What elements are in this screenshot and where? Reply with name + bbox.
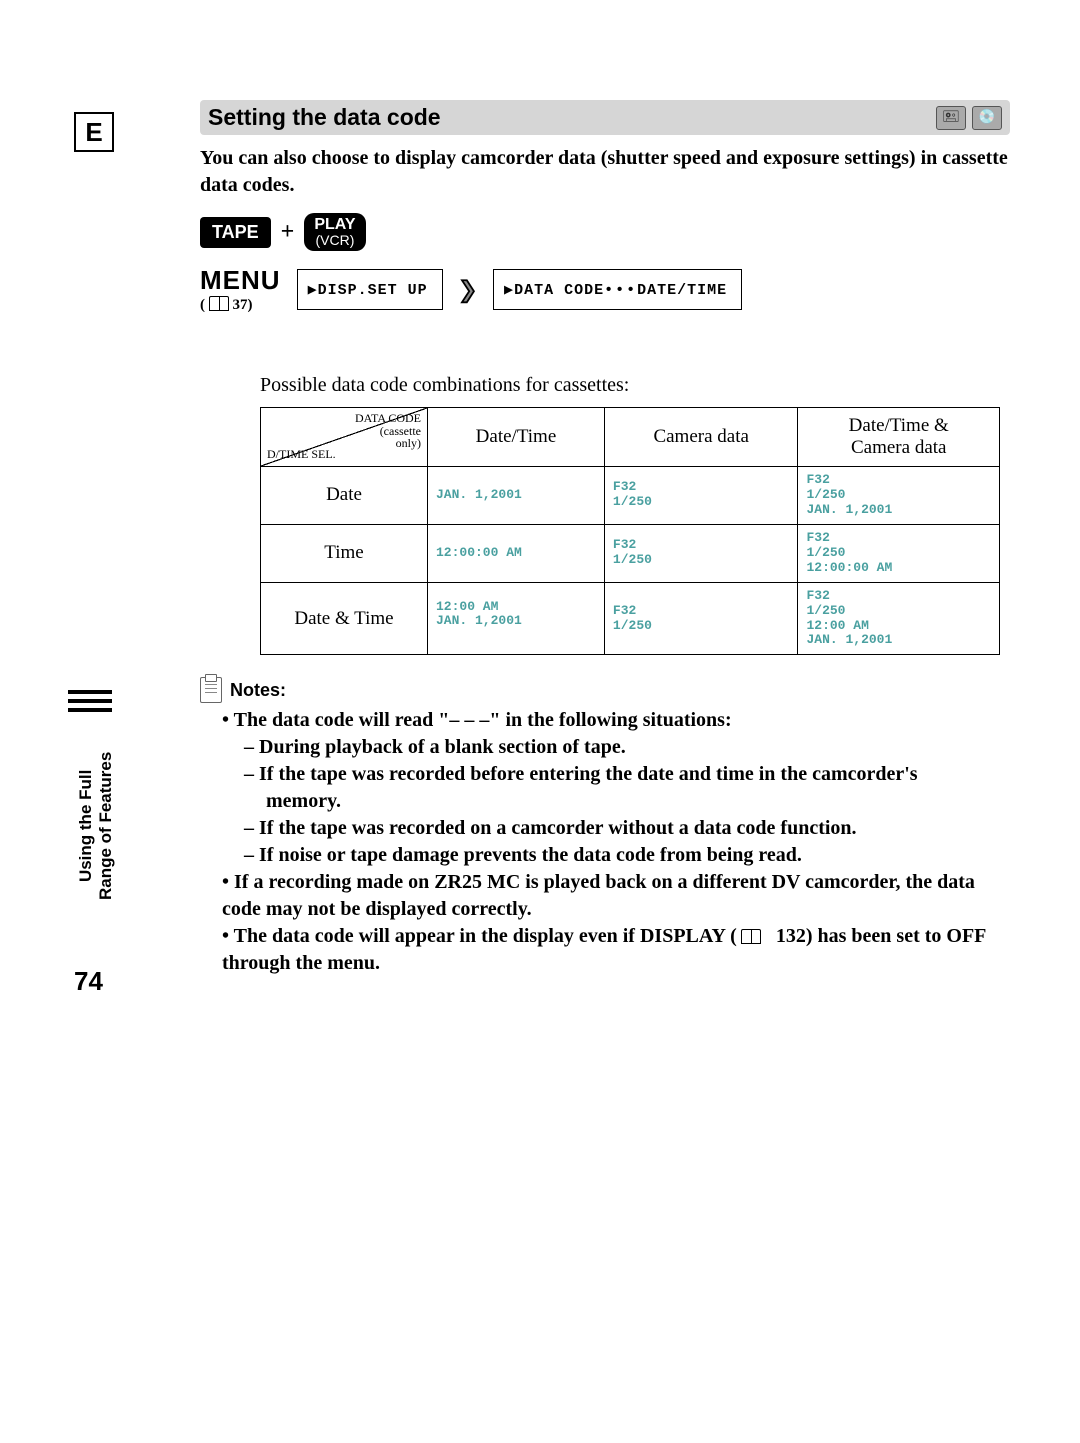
table-caption: Possible data code combinations for cass…: [260, 374, 1010, 397]
menu-path-diagram: MENU ( 37) ▶DISP.SET UP ❯ ▶DATA CODE•••D…: [200, 265, 1010, 314]
mode-diagram-row: TAPE + PLAY (VCR): [200, 213, 1010, 251]
book-icon: [209, 296, 229, 311]
arrow-icon: ❯: [459, 277, 477, 303]
col-camera-data: Camera data: [604, 408, 798, 467]
page-number: 74: [74, 966, 103, 997]
plus-sign: +: [281, 219, 295, 246]
notes-icon: [200, 677, 222, 703]
data-code-table: DATA CODE (cassette only) D/TIME SEL. Da…: [260, 407, 1000, 655]
disc-icon: 💿: [972, 106, 1002, 130]
table-row: Date & Time 12:00 AM JAN. 1,2001 F32 1/2…: [261, 582, 1000, 655]
menu-step-data-code: ▶DATA CODE•••DATE/TIME: [493, 269, 742, 310]
side-section-label: Using the Full Range of Features: [76, 752, 117, 900]
side-rail-lines: [68, 690, 112, 714]
section-header: Setting the data code 🖭 💿: [200, 100, 1010, 135]
table-corner-cell: DATA CODE (cassette only) D/TIME SEL.: [261, 408, 428, 467]
menu-label: MENU: [200, 265, 281, 296]
col-both: Date/Time &Camera data: [798, 408, 1000, 467]
cassette-icon: 🖭: [936, 106, 966, 130]
language-letter: E: [74, 112, 114, 152]
intro-text: You can also choose to display camcorder…: [200, 145, 1010, 199]
play-vcr-pill: PLAY (VCR): [304, 213, 365, 251]
table-row: Date JAN. 1,2001 F32 1/250 F32 1/250 JAN…: [261, 467, 1000, 525]
col-date-time: Date/Time: [428, 408, 605, 467]
tape-pill: TAPE: [200, 217, 271, 248]
table-row: Time 12:00:00 AM F32 1/250 F32 1/250 12:…: [261, 524, 1000, 582]
menu-page-ref: ( 37): [200, 296, 281, 314]
notes-body: • The data code will read "– – –" in the…: [200, 707, 1010, 977]
book-icon: [741, 929, 761, 944]
section-title: Setting the data code: [208, 104, 930, 131]
menu-step-disp-setup: ▶DISP.SET UP: [297, 269, 443, 310]
notes-heading: Notes:: [200, 677, 1010, 703]
